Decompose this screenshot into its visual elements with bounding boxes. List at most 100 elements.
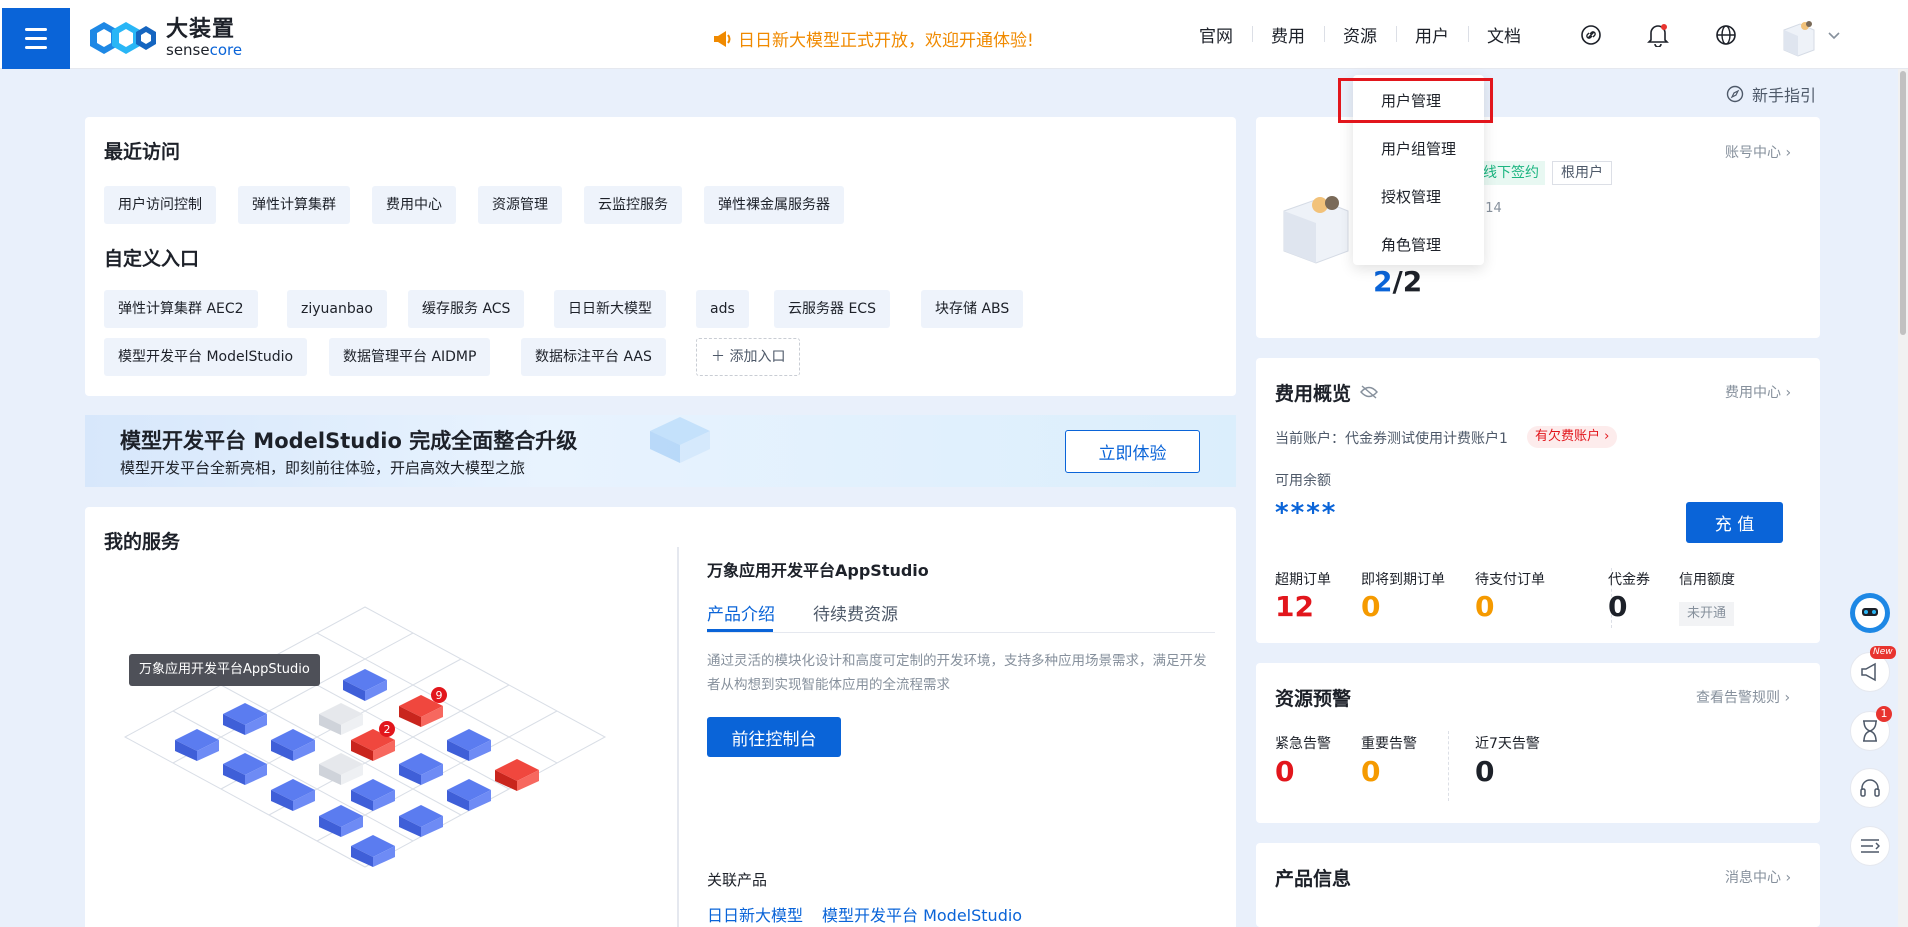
eye-off-icon[interactable] — [1360, 384, 1378, 400]
service-tooltip: 万象应用开发平台AppStudio — [129, 654, 320, 686]
message-center-link[interactable]: 消息中心 › — [1725, 867, 1791, 887]
account-card: 账号中心 › 线下签约 根用户 214 2/2 — [1256, 117, 1820, 338]
nav-user[interactable]: 用户 — [1396, 22, 1468, 47]
fee-overview-card: 费用概览 费用中心 › 当前账户：代金券测试使用计费账户1 有欠费账户 › 可用… — [1256, 358, 1820, 643]
alert-value-important[interactable]: 0 — [1361, 755, 1380, 788]
service-block[interactable] — [351, 779, 395, 811]
custom-item[interactable]: 缓存服务 ACS — [408, 290, 525, 328]
headset-icon[interactable] — [1850, 768, 1890, 808]
bell-icon[interactable] — [1645, 22, 1671, 48]
service-block[interactable] — [175, 729, 219, 761]
stat-value-expiring[interactable]: 0 — [1361, 590, 1380, 623]
highlight-box — [1338, 78, 1493, 123]
user-avatar[interactable] — [1778, 18, 1818, 58]
custom-item[interactable]: 模型开发平台 ModelStudio — [104, 338, 308, 376]
custom-item[interactable]: 日日新大模型 — [554, 290, 666, 328]
alert-title: 资源预警 — [1275, 688, 1352, 710]
balance-label: 可用余额 — [1275, 473, 1331, 489]
custom-item[interactable]: 云服务器 ECS — [774, 290, 890, 328]
related-product-link[interactable]: 模型开发平台 ModelStudio — [822, 902, 1022, 926]
hamburger-menu-icon[interactable] — [2, 8, 70, 69]
stat-label-overdue: 超期订单 — [1275, 572, 1331, 588]
chevron-down-icon[interactable] — [1828, 32, 1840, 40]
resource-alert-card: 资源预警 查看告警规则 › 紧急告警 0 重要告警 0 近7天告警 0 — [1256, 663, 1820, 823]
collapse-menu-icon[interactable] — [1850, 826, 1890, 866]
globe-icon[interactable] — [1713, 22, 1739, 48]
alert-label-7days: 近7天告警 — [1475, 736, 1540, 752]
recent-item[interactable]: 用户访问控制 — [104, 186, 216, 224]
stat-label-expiring: 即将到期订单 — [1361, 572, 1445, 588]
stat-value-credit: 未开通 — [1679, 602, 1735, 626]
balance-value: **** — [1275, 498, 1338, 528]
recent-item[interactable]: 费用中心 — [372, 186, 456, 224]
compass-icon — [1726, 85, 1744, 103]
account-center-link[interactable]: 账号中心 › — [1725, 142, 1791, 162]
scrollbar-thumb[interactable] — [1900, 71, 1906, 335]
logo[interactable]: 大装置 sensecore — [90, 18, 242, 58]
service-block[interactable] — [343, 669, 387, 701]
stat-label-credit: 信用额度 — [1679, 572, 1735, 588]
nav-resource[interactable]: 资源 — [1324, 22, 1396, 47]
stat-value-pending[interactable]: 0 — [1475, 590, 1494, 623]
link-icon[interactable] — [1578, 22, 1604, 48]
announcement-text: 日日新大模型正式开放，欢迎开通体验! — [738, 31, 1034, 51]
stat-value-voucher[interactable]: 0 — [1608, 590, 1627, 623]
top-bar: 大装置 sensecore 日日新大模型正式开放，欢迎开通体验! 官网 费用 资… — [0, 0, 1908, 69]
quick-access-card: 最近访问 用户访问控制 弹性计算集群 费用中心 资源管理 云监控服务 弹性裸金属… — [85, 117, 1236, 396]
product-description: 通过灵活的模块化设计和高度可定制的开发环境，支持多种应用场景需求，满足开发者从构… — [707, 653, 1207, 693]
divider — [1448, 731, 1449, 801]
menu-item-user-group-management[interactable]: 用户组管理 — [1353, 125, 1484, 173]
recharge-button[interactable]: 充 值 — [1686, 502, 1783, 543]
divider — [677, 547, 679, 927]
recent-item[interactable]: 弹性计算集群 — [238, 186, 350, 224]
service-block[interactable] — [399, 805, 443, 837]
related-product-link[interactable]: 日日新大模型 — [707, 902, 803, 926]
nav-docs[interactable]: 文档 — [1468, 22, 1540, 47]
recent-item[interactable]: 弹性裸金属服务器 — [704, 186, 844, 224]
arrears-tag[interactable]: 有欠费账户 › — [1527, 426, 1618, 448]
recent-item[interactable]: 云监控服务 — [584, 186, 682, 224]
service-block[interactable] — [223, 703, 267, 735]
nav-fee[interactable]: 费用 — [1252, 22, 1324, 47]
tab-product-intro[interactable]: 产品介绍 — [707, 600, 775, 625]
add-entry-label: 添加入口 — [729, 349, 786, 365]
custom-item[interactable]: 弹性计算集群 AEC2 — [104, 290, 258, 328]
service-block[interactable] — [351, 835, 395, 867]
services-isometric-map[interactable]: 9 2 — [105, 587, 625, 917]
service-block-alert[interactable] — [495, 759, 539, 791]
service-block[interactable] — [399, 753, 443, 785]
my-services-card: 我的服务 9 2 万象应用开发平台AppStudio 万象应用开发平台AppSt… — [85, 507, 1236, 927]
alert-value-7days[interactable]: 0 — [1475, 755, 1494, 788]
service-block[interactable] — [447, 729, 491, 761]
custom-item[interactable]: ziyuanbao — [287, 290, 387, 328]
recent-item[interactable]: 资源管理 — [478, 186, 562, 224]
alert-value-urgent[interactable]: 0 — [1275, 755, 1294, 788]
tab-renew-resources[interactable]: 待续费资源 — [813, 600, 898, 625]
add-entry-button[interactable]: ＋ 添加入口 — [696, 338, 801, 376]
guide-link[interactable]: 新手指引 — [1726, 82, 1816, 106]
custom-item[interactable]: 数据标注平台 AAS — [521, 338, 666, 376]
scrollbar-track[interactable] — [1898, 69, 1908, 927]
try-now-button[interactable]: 立即体验 — [1065, 430, 1200, 473]
announcement[interactable]: 日日新大模型正式开放，欢迎开通体验! — [712, 26, 1034, 51]
fee-center-link[interactable]: 费用中心 › — [1725, 382, 1791, 402]
assistant-robot-icon[interactable] — [1850, 593, 1890, 633]
service-block-inactive[interactable] — [319, 703, 363, 735]
custom-item[interactable]: ads — [696, 290, 749, 328]
stat-label-voucher: 代金券 — [1608, 572, 1650, 588]
menu-item-authorization-management[interactable]: 授权管理 — [1353, 173, 1484, 221]
service-block[interactable] — [447, 779, 491, 811]
related-products-title: 关联产品 — [707, 871, 768, 889]
go-console-button[interactable]: 前往控制台 — [707, 717, 841, 757]
service-block[interactable] — [271, 729, 315, 761]
stat-value-overdue[interactable]: 12 — [1275, 590, 1314, 623]
custom-item[interactable]: 块存储 ABS — [921, 290, 1024, 328]
alert-rules-link[interactable]: 查看告警规则 › — [1696, 687, 1790, 707]
offline-sign-tag: 线下签约 — [1477, 161, 1545, 185]
nav-official-site[interactable]: 官网 — [1180, 22, 1252, 47]
custom-title: 自定义入口 — [104, 248, 200, 270]
custom-item[interactable]: 数据管理平台 AIDMP — [329, 338, 491, 376]
product-name: 万象应用开发平台AppStudio — [707, 561, 929, 580]
stat-label-pending: 待支付订单 — [1475, 572, 1545, 588]
menu-item-role-management[interactable]: 角色管理 — [1353, 221, 1484, 269]
